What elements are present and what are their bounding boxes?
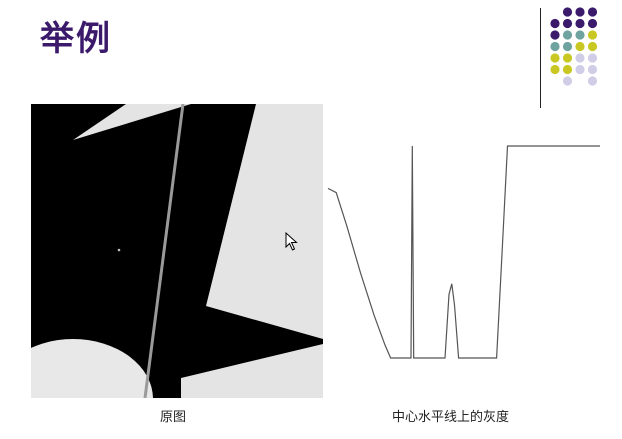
decorative-dot — [587, 76, 598, 86]
decorative-dot — [587, 30, 598, 40]
decorative-dot — [562, 7, 573, 17]
decorative-dot — [562, 53, 573, 63]
gray-profile-chart — [327, 145, 600, 359]
decorative-dot — [587, 18, 598, 29]
decorative-dot — [562, 30, 573, 40]
decorative-dot-grid — [550, 7, 598, 86]
decorative-dot — [550, 30, 560, 40]
decorative-dot — [587, 41, 598, 52]
decorative-dot — [562, 76, 573, 86]
mouse-pointer-icon — [285, 232, 298, 251]
center-dot — [117, 248, 121, 252]
decorative-dot — [587, 64, 598, 75]
original-image — [31, 104, 323, 398]
decorative-dot — [575, 7, 585, 17]
original-image-caption: 原图 — [160, 410, 187, 425]
decorative-dot — [587, 53, 598, 63]
profile-caption: 中心水平线上的灰度 — [392, 410, 510, 425]
decorative-dot — [562, 41, 573, 52]
decorative-dot — [587, 7, 598, 17]
gray-profile-line — [327, 145, 600, 359]
decorative-dot — [575, 53, 585, 63]
decorative-dot — [550, 64, 560, 75]
vertical-divider — [540, 8, 541, 108]
decorative-dot — [575, 41, 585, 52]
decorative-dot — [550, 53, 560, 63]
decorative-dot — [562, 18, 573, 29]
decorative-dot — [575, 64, 585, 75]
decorative-dot — [550, 18, 560, 29]
decorative-dot — [550, 41, 560, 52]
decorative-dot — [562, 64, 573, 75]
decorative-dot — [575, 18, 585, 29]
decorative-dot — [575, 30, 585, 40]
slide-title: 举例 — [40, 19, 112, 59]
